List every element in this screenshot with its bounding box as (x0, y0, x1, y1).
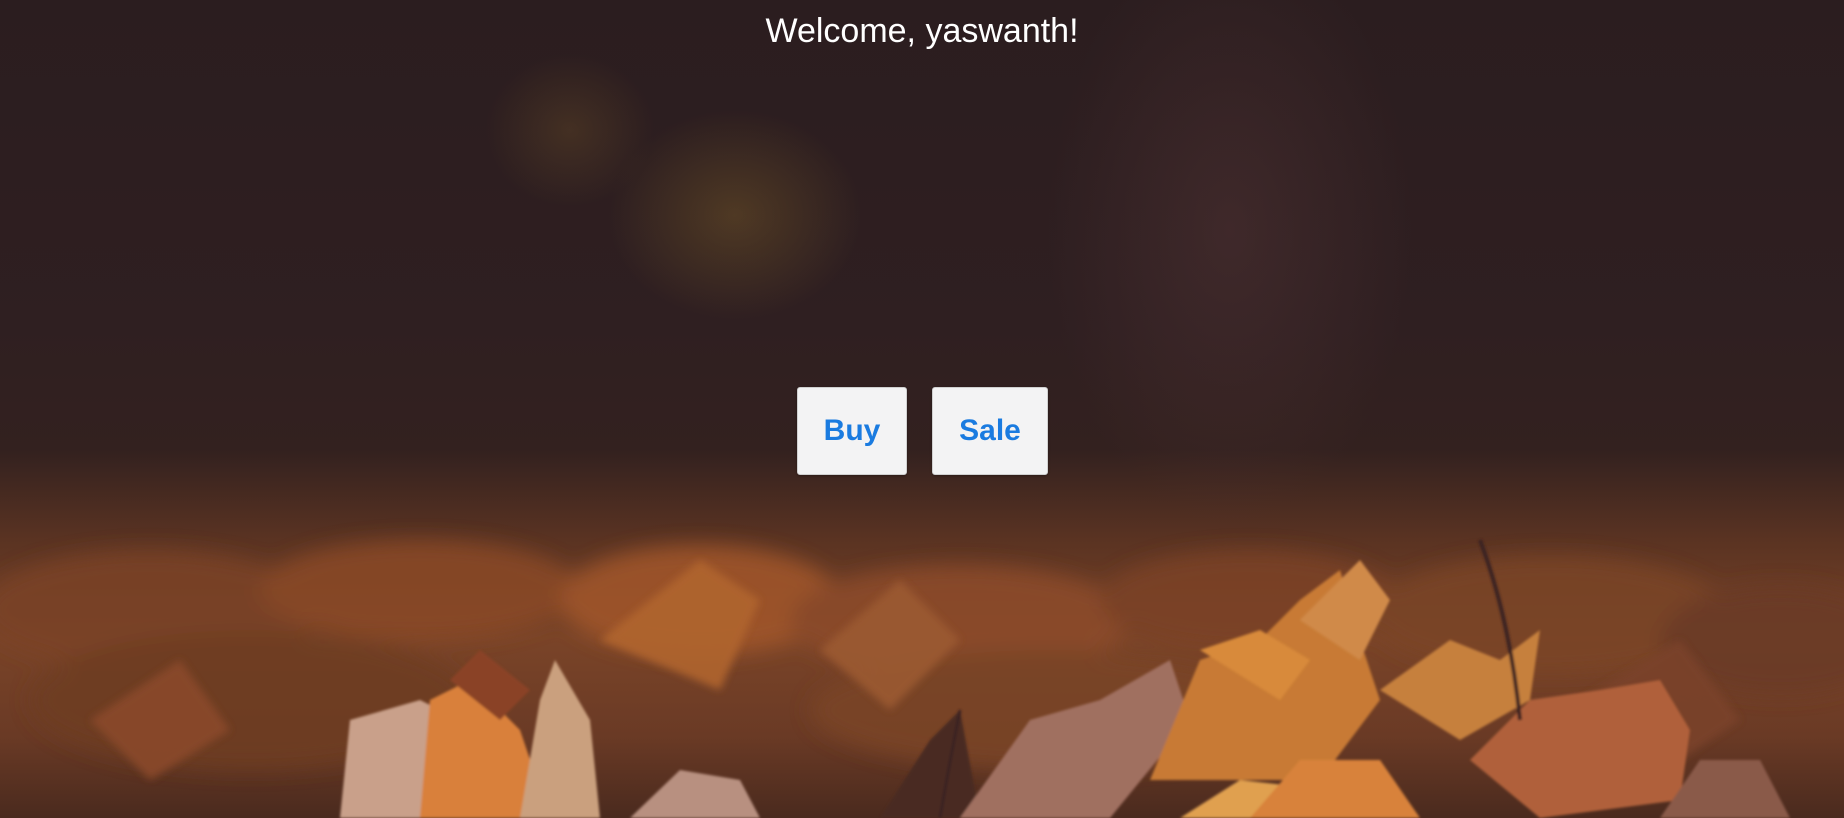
action-buttons: Buy Sale (797, 387, 1048, 475)
welcome-message: Welcome, yaswanth! (765, 12, 1079, 50)
buy-button[interactable]: Buy (797, 387, 907, 475)
sale-button[interactable]: Sale (932, 387, 1048, 475)
